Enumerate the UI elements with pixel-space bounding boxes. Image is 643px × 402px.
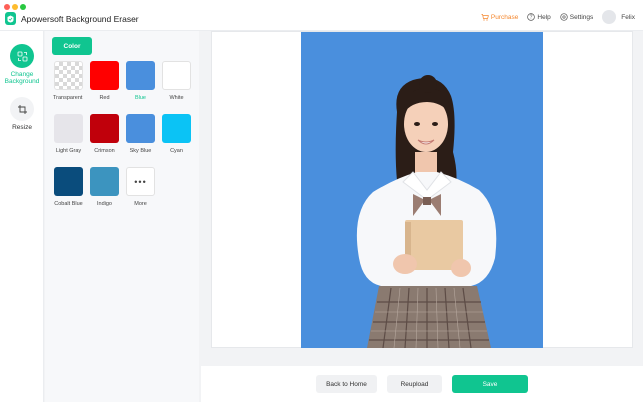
swatch-red[interactable]: Red xyxy=(89,60,125,113)
swatch-color xyxy=(90,114,119,143)
swatch-crimson[interactable]: Crimson xyxy=(89,113,125,166)
close-window-button[interactable] xyxy=(4,4,10,10)
swatch-color xyxy=(54,61,83,90)
user-menu[interactable]: Felix xyxy=(602,10,635,24)
rail-item-change-background[interactable]: Change Background xyxy=(0,44,44,85)
cart-icon xyxy=(481,13,489,21)
top-nav: Purchase ? Help Settings Felix xyxy=(481,10,635,24)
swatch-grid: Transparent Red Blue White Light Gray Cr… xyxy=(53,60,198,219)
swatch-transparent[interactable]: Transparent xyxy=(53,60,89,113)
swatch-indigo[interactable]: Indigo xyxy=(89,166,125,219)
minimize-window-button[interactable] xyxy=(12,4,18,10)
help-label: Help xyxy=(537,13,551,21)
left-rail: Change Background Resize xyxy=(0,31,44,402)
swatch-color xyxy=(90,167,119,196)
more-icon: ••• xyxy=(126,167,155,196)
reupload-button[interactable]: Reupload xyxy=(387,375,442,393)
zoom-window-button[interactable] xyxy=(20,4,26,10)
resize-icon xyxy=(10,97,34,121)
swatch-label: Transparent xyxy=(53,95,83,101)
swatch-cobalt-blue[interactable]: Cobalt Blue xyxy=(53,166,89,219)
swatch-label: Red xyxy=(99,95,110,101)
swatch-color xyxy=(54,114,83,143)
swatch-label: Sky Blue xyxy=(129,148,152,154)
svg-text:?: ? xyxy=(530,15,533,21)
swatch-color xyxy=(90,61,119,90)
color-panel: Color Transparent Red Blue White Light G… xyxy=(45,31,199,402)
gear-icon xyxy=(560,13,568,21)
rail-label-resize: Resize xyxy=(12,124,32,131)
swatch-label-selected: Blue xyxy=(134,95,146,101)
purchase-label: Purchase xyxy=(490,13,519,21)
swatch-label: Light Gray xyxy=(55,148,82,154)
swatch-cyan[interactable]: Cyan xyxy=(161,113,197,166)
action-bar: Back to Home Reupload Save xyxy=(201,366,643,402)
swatch-color xyxy=(126,61,155,90)
swatch-more[interactable]: ••• More xyxy=(125,166,161,219)
user-name: Felix xyxy=(621,13,635,21)
swatch-sky-blue[interactable]: Sky Blue xyxy=(125,113,161,166)
preview-area xyxy=(211,31,633,348)
help-link[interactable]: ? Help xyxy=(527,13,551,21)
swatch-light-gray[interactable]: Light Gray xyxy=(53,113,89,166)
swatch-blue[interactable]: Blue xyxy=(125,60,161,113)
avatar xyxy=(602,10,617,24)
swatch-label: White xyxy=(169,95,184,101)
rail-item-resize[interactable]: Resize xyxy=(0,97,44,131)
purchase-link[interactable]: Purchase xyxy=(481,14,518,21)
swatch-label: Indigo xyxy=(97,201,112,207)
swatch-white[interactable]: White xyxy=(161,60,197,113)
image-canvas[interactable] xyxy=(301,32,543,348)
app-title: Apowersoft Background Eraser xyxy=(21,14,139,24)
rail-label-change-background: Change Background xyxy=(4,71,40,85)
settings-label: Settings xyxy=(569,13,594,21)
subject-photo xyxy=(301,32,543,348)
help-icon: ? xyxy=(527,13,536,21)
settings-link[interactable]: Settings xyxy=(560,13,594,21)
swatch-label: Cobalt Blue xyxy=(54,201,83,207)
tab-color[interactable]: Color xyxy=(52,37,92,55)
swatch-color xyxy=(126,114,155,143)
swatch-label: Crimson xyxy=(94,148,115,154)
swatch-label: More xyxy=(134,201,147,207)
app-logo-icon xyxy=(5,12,16,25)
swatch-color xyxy=(54,167,83,196)
change-background-icon xyxy=(10,44,34,68)
swatch-color xyxy=(162,114,191,143)
save-button[interactable]: Save xyxy=(452,375,528,393)
swatch-color xyxy=(162,61,191,90)
title-bar: Apowersoft Background Eraser Purchase ? … xyxy=(0,0,643,31)
swatch-label: Cyan xyxy=(170,148,183,154)
back-to-home-button[interactable]: Back to Home xyxy=(316,375,377,393)
